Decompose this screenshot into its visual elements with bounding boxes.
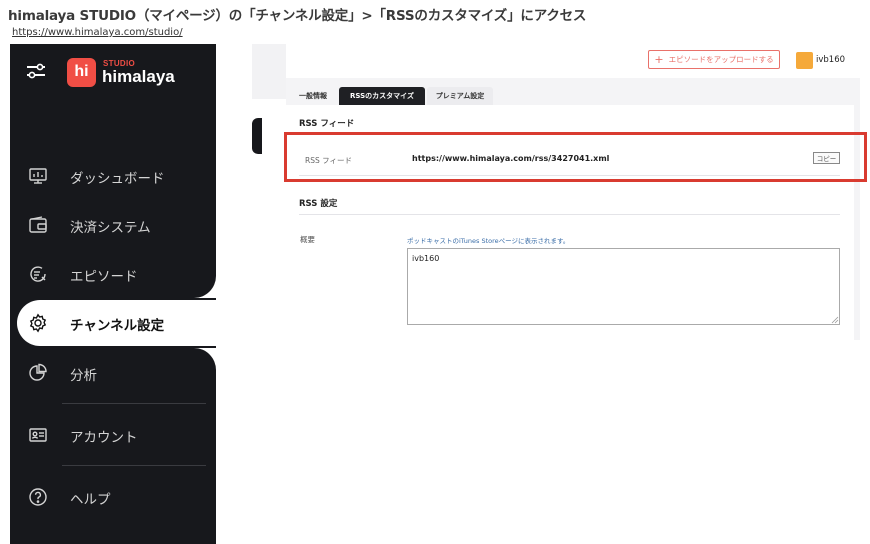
upload-episode-label: エピソードをアップロードする xyxy=(668,55,774,64)
sidebar-divider xyxy=(62,403,206,404)
plus-icon: + xyxy=(654,53,664,66)
pie-chart-icon xyxy=(29,363,47,381)
sidebar-item-label: アカウント xyxy=(70,430,138,446)
account-card-icon xyxy=(29,428,47,442)
summary-textarea[interactable]: ivb160 xyxy=(407,248,840,325)
logo-name: himalaya xyxy=(102,67,175,86)
sidebar-item-account[interactable]: アカウント xyxy=(10,412,216,458)
sidebar-item-help[interactable]: ヘルプ xyxy=(10,474,216,520)
tab-premium[interactable]: プレミアム設定 xyxy=(427,87,493,105)
content-edge xyxy=(252,44,286,99)
sidebar-item-dashboard[interactable]: ダッシュボード xyxy=(10,153,216,199)
sidebar-item-analytics[interactable]: 分析 xyxy=(10,350,216,396)
sidebar-item-label: エピソード xyxy=(70,269,138,285)
sidebar-item-label: ダッシュボード xyxy=(70,171,165,187)
sidebar-item-label: ヘルプ xyxy=(70,492,111,508)
upload-episode-button[interactable]: + エピソードをアップロードする xyxy=(648,50,780,69)
studio-url-link[interactable]: https://www.himalaya.com/studio/ xyxy=(12,27,183,38)
rss-settings-section-title: RSS 設定 xyxy=(299,199,338,209)
sidebar-item-label: 分析 xyxy=(70,368,97,384)
sidebar: hi STUDIO himalaya ダッシュボード 決済システム エピソード … xyxy=(10,44,216,544)
sidebar-item-label: 決済システム xyxy=(70,220,151,236)
username[interactable]: ivb160 xyxy=(816,55,845,65)
avatar[interactable] xyxy=(796,52,813,69)
help-icon xyxy=(29,488,47,506)
episode-icon xyxy=(30,266,46,282)
sidebar-item-episodes[interactable]: エピソード xyxy=(10,251,216,297)
collapsed-panel-tab[interactable] xyxy=(252,118,262,154)
section-divider xyxy=(299,214,840,215)
wallet-icon xyxy=(29,216,47,233)
sidebar-item-payment[interactable]: 決済システム xyxy=(10,202,216,248)
menu-toggle-icon[interactable] xyxy=(26,62,46,80)
rss-feed-section-title: RSS フィード xyxy=(299,119,355,129)
sidebar-item-channel-settings[interactable]: チャンネル設定 xyxy=(17,300,216,346)
tab-rss-customize[interactable]: RSSのカスタマイズ xyxy=(339,87,425,105)
sidebar-divider xyxy=(62,465,206,466)
dashboard-icon xyxy=(29,168,47,184)
summary-hint: ポッドキャストのiTunes Storeページに表示されます。 xyxy=(407,237,570,245)
gear-icon xyxy=(29,313,47,333)
sidebar-item-label: チャンネル設定 xyxy=(70,318,165,334)
logo-mark[interactable]: hi xyxy=(67,58,96,87)
tab-general[interactable]: 一般情報 xyxy=(289,87,337,105)
page-caption: himalaya STUDIO（マイページ）の「チャンネル設定」>「RSSのカス… xyxy=(8,8,587,24)
resize-grip-icon[interactable] xyxy=(831,316,839,324)
rss-feed-highlight-box xyxy=(284,132,867,182)
summary-label: 概要 xyxy=(300,235,315,244)
